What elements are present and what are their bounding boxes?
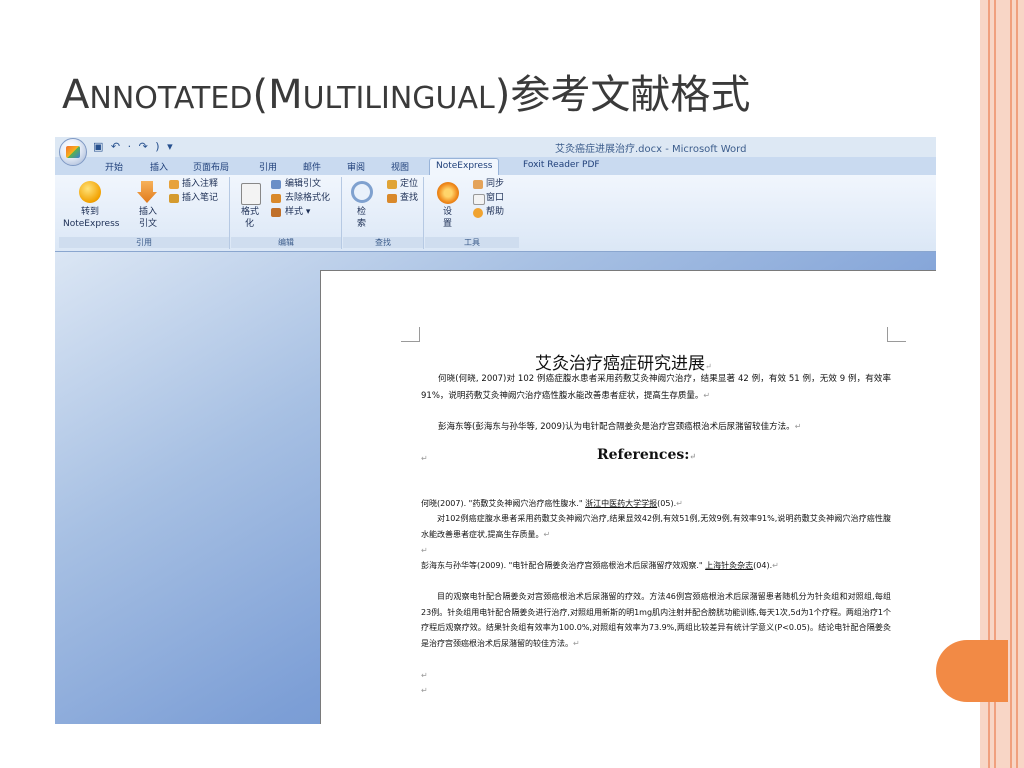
- group-find: 检 索 定位 查找 查找: [343, 177, 424, 249]
- tab-foxit-reader-pdf[interactable]: Foxit Reader PDF: [523, 160, 600, 170]
- group-label-find: 查找: [343, 237, 423, 248]
- office-logo-icon: [66, 146, 80, 158]
- edit-citation-icon: [271, 180, 281, 189]
- tab-insert[interactable]: 插入: [150, 160, 168, 173]
- help-button[interactable]: 帮助: [486, 207, 504, 218]
- margin-corner-top-left: [401, 327, 420, 342]
- help-icon: [473, 208, 483, 218]
- reference-1-abstract: 对102例癌症腹水患者采用药敷艾灸神阙穴治疗,结果显效42例,有效51例,无效9…: [421, 514, 891, 539]
- find-icon: [387, 194, 397, 203]
- tab-view[interactable]: 视图: [391, 160, 409, 173]
- group-label-cite: 引用: [59, 237, 229, 248]
- tab-mailings[interactable]: 邮件: [303, 160, 321, 173]
- noteexpress-icon: [79, 181, 101, 203]
- locate-icon: [387, 180, 397, 189]
- insert-memo-button[interactable]: 插入笔记: [182, 193, 218, 204]
- document-page[interactable]: 艾灸治疗癌症研究进展↵ 何晓(何晓, 2007)对 102 例癌症腹水患者采用药…: [320, 270, 936, 724]
- word-title-bar: ▣ ↶ · ↷ ) ▾ 艾灸癌症进展治疗.docx - Microsoft Wo…: [55, 137, 936, 157]
- group-cite: 转到 NoteExpress 插入 引文 插入注释 插入笔记 引用: [59, 177, 230, 249]
- window-button[interactable]: 窗口: [486, 193, 504, 204]
- remove-format-icon: [271, 194, 281, 203]
- edit-citation-button[interactable]: 编辑引文: [285, 179, 321, 190]
- ribbon-tabs: 开始 插入 页面布局 引用 邮件 审阅 视图 NoteExpress Foxit…: [55, 157, 936, 177]
- insert-note-button[interactable]: 插入注释: [182, 179, 218, 190]
- sync-icon: [473, 180, 483, 189]
- remove-format-button[interactable]: 去除格式化: [285, 193, 330, 204]
- decorative-orange-tab: [936, 640, 1008, 702]
- margin-corner-top-right: [887, 327, 906, 342]
- reference-1: 何晓(2007). "药敷艾灸神阙穴治疗癌性腹水." 浙江中医药大学学报(05)…: [421, 499, 683, 508]
- insert-note-icon: [169, 180, 179, 189]
- group-label-tools: 工具: [425, 237, 519, 248]
- group-edit: 格式 化 编辑引文 去除格式化 样式 ▾ 编辑: [231, 177, 342, 249]
- references-heading: References:↵: [597, 447, 697, 463]
- gear-icon: [437, 182, 459, 204]
- reference-2-abstract: 目的观察电针配合隔姜灸对宫颈癌根治术后尿潴留的疗效。方法46例宫颈癌根治术后尿潴…: [421, 592, 891, 648]
- body-paragraph-2: 彭海东等(彭海东与孙华等, 2009)认为电针配合隔姜灸是治疗宫颈癌根治术后尿潴…: [438, 422, 802, 432]
- ribbon-noteexpress: 转到 NoteExpress 插入 引文 插入注释 插入笔记 引用 格式 化 编…: [55, 175, 936, 252]
- tab-review[interactable]: 审阅: [347, 160, 365, 173]
- empty-paragraph-4: ↵: [421, 686, 428, 695]
- insert-arrow-icon: [137, 181, 157, 203]
- group-label-edit: 编辑: [231, 237, 341, 248]
- word-screenshot: ▣ ↶ · ↷ ) ▾ 艾灸癌症进展治疗.docx - Microsoft Wo…: [55, 137, 936, 724]
- style-icon: [271, 208, 281, 217]
- locate-button[interactable]: 定位: [400, 179, 418, 190]
- magnifier-icon: [351, 181, 373, 203]
- tab-references[interactable]: 引用: [259, 160, 277, 173]
- tab-home[interactable]: 开始: [105, 160, 123, 173]
- format-doc-icon: [241, 183, 261, 205]
- office-button[interactable]: [59, 138, 87, 166]
- reference-2: 彭海东与孙华等(2009). "电针配合隔姜灸治疗宫颈癌根治术后尿潴留疗效观察.…: [421, 561, 779, 570]
- body-paragraph-1: 何晓(何晓, 2007)对 102 例癌症腹水患者采用药敷艾灸神阙穴治疗，结果显…: [421, 374, 891, 401]
- find-button[interactable]: 查找: [400, 193, 418, 204]
- sync-button[interactable]: 同步: [486, 179, 504, 190]
- slide-title: ANNOTATED(MULTILINGUAL)参考文献格式: [62, 72, 751, 118]
- window-icon: [473, 194, 485, 205]
- quick-access-toolbar[interactable]: ▣ ↶ · ↷ ) ▾: [93, 140, 175, 153]
- document-title: 艾灸治疗癌症研究进展↵: [535, 354, 712, 374]
- group-tools: 设 置 同步 窗口 帮助 工具: [425, 177, 519, 249]
- style-dropdown[interactable]: 样式 ▾: [285, 207, 310, 218]
- insert-memo-icon: [169, 194, 179, 203]
- tab-page-layout[interactable]: 页面布局: [193, 160, 229, 173]
- window-title: 艾灸癌症进展治疗.docx - Microsoft Word: [555, 144, 747, 155]
